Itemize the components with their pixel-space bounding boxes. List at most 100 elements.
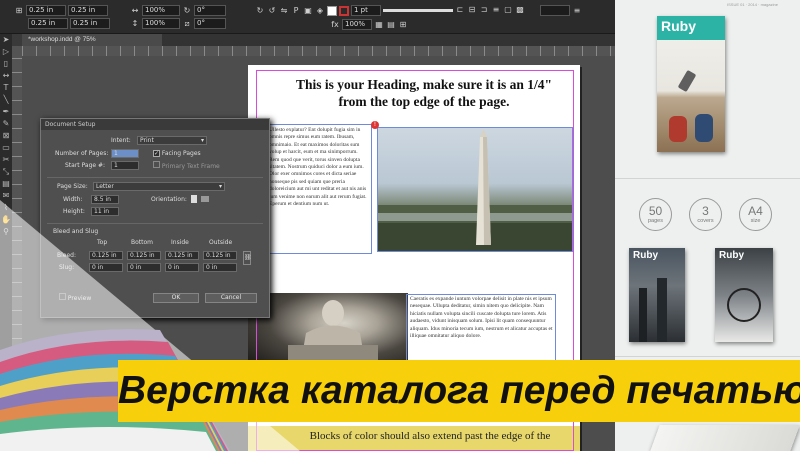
bleed-slug-toggle[interactable]: Bleed and Slug (53, 227, 98, 236)
stroke-style-preview[interactable] (383, 9, 453, 12)
eyedropper-tool-icon[interactable]: ⌇ (0, 202, 12, 214)
horizontal-ruler[interactable] (22, 46, 615, 56)
lincoln-statue-image (288, 300, 378, 368)
number-of-pages-field[interactable]: 1 (111, 149, 139, 158)
shear-field[interactable]: 0° (194, 18, 226, 29)
cover-city-title: Ruby (633, 250, 658, 261)
stat-size-number: A4 (748, 204, 763, 218)
heading-line-1: This is your Heading, make sure it is an… (295, 77, 553, 92)
red-shoe-shape (669, 116, 687, 142)
image-frame-1[interactable] (377, 127, 573, 252)
type-tool-icon[interactable]: T (0, 82, 12, 94)
align-center-icon[interactable]: ⊟ (467, 5, 477, 15)
align-left-icon[interactable]: ⊏ (455, 5, 465, 15)
select-content-icon[interactable]: ◈ (315, 6, 325, 16)
portrait-icon[interactable] (191, 195, 197, 203)
pen-tool-icon[interactable]: ✒ (0, 106, 12, 118)
fx-icon[interactable]: fx (330, 20, 340, 30)
wrap-icon[interactable]: ▦ (374, 20, 384, 30)
tower-shape (639, 288, 647, 342)
heading-line-2: from the top edge of the page. (338, 94, 510, 109)
column-field[interactable] (540, 5, 570, 16)
bleed-outside-field[interactable]: 0.125 in (203, 251, 237, 260)
frame-warning-icon[interactable]: ! (371, 121, 379, 129)
preview-checkbox[interactable]: Preview (59, 293, 91, 303)
page-tool-icon[interactable]: ▯ (0, 58, 12, 70)
flip-h-icon[interactable]: ⇋ (279, 6, 289, 16)
height-field[interactable]: 0.25 in (70, 18, 110, 29)
bleed-top-field[interactable]: 0.125 in (89, 251, 123, 260)
bleed-inside-field[interactable]: 0.125 in (165, 251, 199, 260)
y-position-field[interactable]: 0.25 in (28, 18, 68, 29)
scale-y-field[interactable]: 100% (142, 18, 180, 29)
grid-icon[interactable]: ⊞ (398, 20, 408, 30)
magazine-cover-bridge[interactable]: Ruby (715, 248, 773, 342)
fill-swatch-icon[interactable] (327, 5, 337, 16)
pencil-tool-icon[interactable]: ✎ (0, 118, 12, 130)
free-transform-tool-icon[interactable]: ⤡ (0, 166, 12, 178)
selection-tool-icon[interactable]: ➤ (0, 34, 12, 46)
scissors-tool-icon[interactable]: ✂ (0, 154, 12, 166)
panel-menu-icon[interactable]: ≡ (572, 6, 582, 16)
width-field[interactable]: 0.25 in (68, 5, 108, 16)
scale-x-field[interactable]: 100% (142, 5, 180, 16)
align-right-icon[interactable]: ⊐ (479, 5, 489, 15)
direct-selection-tool-icon[interactable]: ▷ (0, 46, 12, 58)
rectangle-frame-tool-icon[interactable]: ⊠ (0, 130, 12, 142)
rotate-ccw-icon[interactable]: ↺ (267, 6, 277, 16)
magazine-cover-city[interactable]: Ruby (629, 248, 685, 342)
page-heading[interactable]: This is your Heading, make sure it is an… (274, 76, 574, 110)
type-on-path-icon[interactable]: P (291, 6, 301, 16)
stroke-swatch-icon[interactable] (339, 5, 349, 16)
primary-text-frame-checkbox[interactable]: Primary Text Frame (153, 161, 220, 171)
slug-bottom-field[interactable]: 0 in (127, 263, 161, 272)
document-tab[interactable]: *workshop.indd @ 75% (22, 34, 162, 46)
gradient-tool-icon[interactable]: ▤ (0, 178, 12, 190)
opacity-field[interactable]: 100% (342, 19, 372, 30)
landscape-icon[interactable] (201, 196, 209, 202)
document-setup-dialog: Document Setup Intent: Print ▾ Number of… (40, 118, 270, 318)
slug-top-field[interactable]: 0 in (89, 263, 123, 272)
frame-fitting-icon[interactable]: ▢ (503, 5, 513, 15)
page-size-select[interactable]: Letter ▾ (93, 182, 225, 191)
align-group: ⊏ ⊟ ⊐ ≡ ▢ ▩ (455, 5, 525, 15)
line-tool-icon[interactable]: ╲ (0, 94, 12, 106)
bleed-bottom-field[interactable]: 0.125 in (127, 251, 161, 260)
promo-divider-1 (615, 178, 800, 179)
facing-pages-checkbox[interactable]: ✓ Facing Pages (153, 149, 201, 158)
content-fit-icon[interactable]: ▩ (515, 5, 525, 15)
stat-size-unit: size (750, 218, 761, 224)
position-group-2: 0.25 in 0.25 in (28, 18, 110, 29)
checkbox-icon (59, 293, 66, 300)
start-page-field[interactable]: 1 (111, 161, 139, 170)
hand-tool-icon[interactable]: ✋ (0, 214, 12, 226)
magazine-cover-main[interactable]: Ruby (657, 16, 725, 152)
slug-inside-field[interactable]: 0 in (165, 263, 199, 272)
cover-bridge-title: Ruby (719, 250, 744, 261)
slug-label: Slug: (59, 264, 75, 271)
stroke-weight-field[interactable]: 1 pt (351, 5, 381, 16)
rotate-cw-icon[interactable]: ↻ (255, 6, 265, 16)
zoom-tool-icon[interactable]: ⚲ (0, 226, 12, 238)
dialog-title[interactable]: Document Setup (41, 119, 269, 130)
height-field[interactable]: 11 in (91, 207, 119, 216)
wrap-2-icon[interactable]: ▤ (386, 20, 396, 30)
distribute-icon[interactable]: ≡ (491, 5, 501, 15)
preview-label: Preview (67, 295, 92, 302)
rotate-field[interactable]: 0° (194, 5, 226, 16)
x-position-field[interactable]: 0.25 in (26, 5, 66, 16)
select-container-icon[interactable]: ▣ (303, 6, 313, 16)
width-field[interactable]: 8.5 in (91, 195, 119, 204)
lincoln-memorial-photo[interactable] (248, 293, 408, 368)
reference-point-icon[interactable]: ⊞ (14, 6, 24, 16)
vertical-ruler[interactable] (12, 46, 22, 451)
intent-select[interactable]: Print ▾ (137, 136, 207, 145)
slug-outside-field[interactable]: 0 in (203, 263, 237, 272)
note-tool-icon[interactable]: ✉ (0, 190, 12, 202)
gap-tool-icon[interactable]: ↔ (0, 70, 12, 82)
ok-button[interactable]: OK (153, 293, 199, 303)
rectangle-tool-icon[interactable]: ▭ (0, 142, 12, 154)
open-magazine-spread[interactable] (650, 425, 800, 451)
link-chain-icon[interactable]: ⛓ (243, 251, 252, 265)
cancel-button[interactable]: Cancel (205, 293, 257, 303)
